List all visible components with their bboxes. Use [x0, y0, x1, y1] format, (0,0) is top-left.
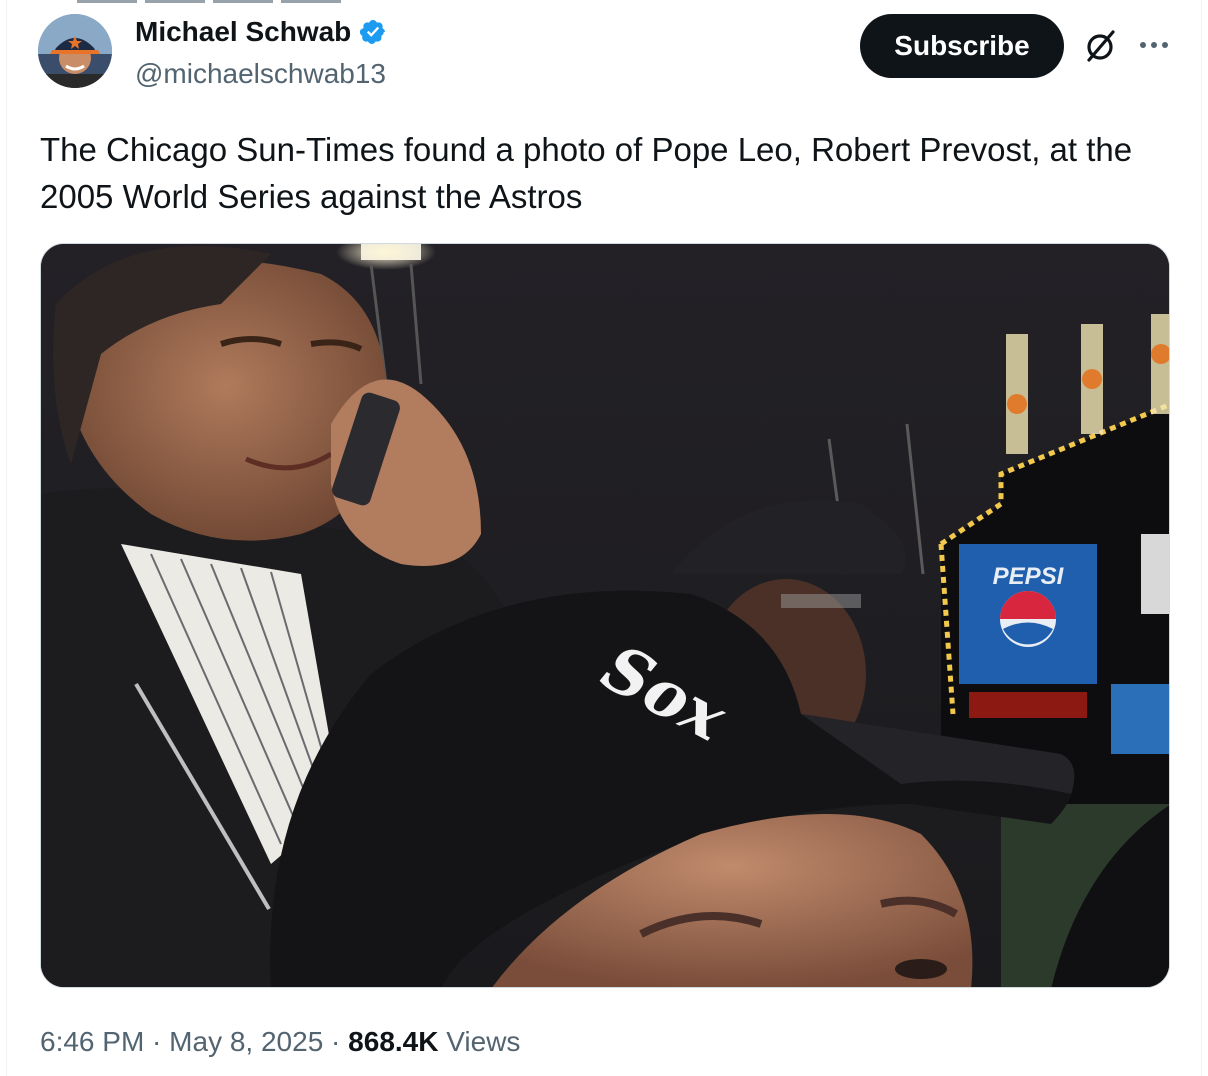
- views-label[interactable]: Views: [438, 1026, 520, 1057]
- grok-icon[interactable]: [1082, 28, 1118, 64]
- author-handle[interactable]: @michaelschwab13: [135, 58, 386, 90]
- tweet-time[interactable]: 6:46 PM: [40, 1026, 144, 1057]
- author-name[interactable]: Michael Schwab: [135, 16, 351, 48]
- views-count[interactable]: 868.4K: [348, 1026, 438, 1057]
- scoreboard-pepsi-text: PEPSI: [993, 563, 1065, 590]
- previous-content-edge: [77, 0, 497, 4]
- meta-separator: ·: [144, 1026, 170, 1057]
- tweet-photo[interactable]: PEPSI Sox: [40, 243, 1170, 988]
- avatar-photo: [38, 14, 112, 88]
- avatar[interactable]: [38, 14, 112, 88]
- photo-illustration: PEPSI Sox: [41, 244, 1169, 987]
- subscribe-button[interactable]: Subscribe: [860, 14, 1064, 78]
- verified-badge-icon: [359, 18, 387, 46]
- more-dots-icon[interactable]: [1134, 30, 1174, 60]
- author-name-row: Michael Schwab: [135, 16, 387, 48]
- tweet-text: The Chicago Sun-Times found a photo of P…: [40, 131, 1133, 215]
- tweet-date[interactable]: May 8, 2025: [169, 1026, 323, 1057]
- tweet-meta: 6:46 PM · May 8, 2025 · 868.4K Views: [40, 1026, 520, 1058]
- meta-separator-2: ·: [323, 1026, 349, 1057]
